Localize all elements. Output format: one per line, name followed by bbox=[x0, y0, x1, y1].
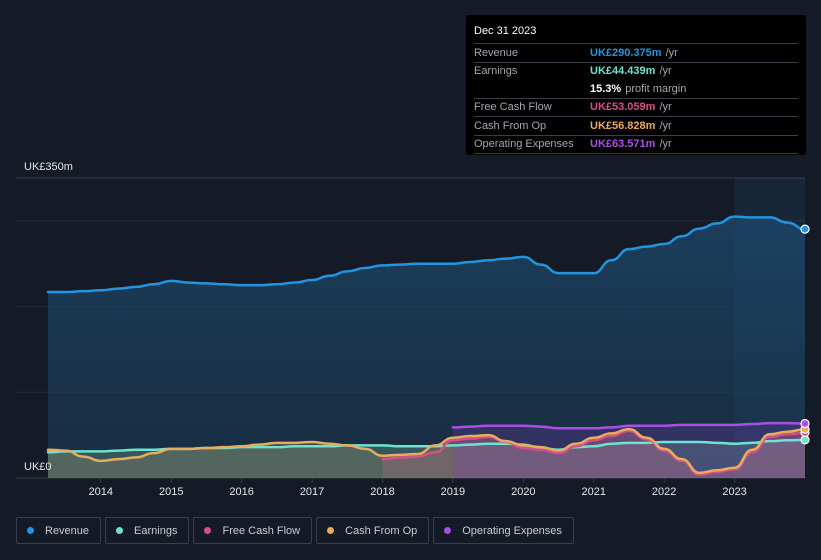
tooltip-value: UK£53.059m bbox=[590, 101, 656, 114]
x-tick-label: 2019 bbox=[441, 486, 465, 498]
tooltip-unit: /yr bbox=[659, 65, 672, 78]
tooltip-unit: /yr bbox=[659, 119, 672, 132]
tooltip-value: 15.3% bbox=[590, 82, 622, 95]
revenue-end-marker bbox=[800, 224, 810, 234]
tooltip-date: Dec 31 2023 bbox=[474, 23, 798, 44]
tooltip-row-free-cash-flow: Free Cash Flow UK£53.059m/yr bbox=[474, 99, 798, 117]
operating-expenses-end-marker bbox=[800, 418, 810, 429]
legend-dot-icon bbox=[116, 527, 124, 534]
tooltip-label: Operating Expenses bbox=[474, 138, 574, 151]
x-tick-label: 2018 bbox=[370, 486, 394, 498]
tooltip-label: Free Cash Flow bbox=[474, 101, 552, 114]
x-tick-label: 2014 bbox=[89, 486, 113, 498]
x-tick-label: 2021 bbox=[582, 486, 606, 498]
series-areas bbox=[48, 216, 805, 479]
legend-item-operating-expenses[interactable]: Operating Expenses bbox=[433, 517, 574, 544]
legend-label: Operating Expenses bbox=[462, 524, 562, 537]
tooltip-value: UK£290.375m bbox=[590, 46, 662, 59]
legend-label: Free Cash Flow bbox=[222, 524, 301, 537]
x-tick-label: 2022 bbox=[652, 486, 676, 498]
tooltip-value: UK£63.571m bbox=[590, 138, 656, 151]
tooltip-row-cash-from-op: Cash From Op UK£56.828m/yr bbox=[474, 117, 798, 136]
legend-dot-icon bbox=[327, 527, 335, 534]
legend-dot-icon bbox=[444, 527, 452, 534]
y-axis-bottom-label: UK£0 bbox=[24, 461, 52, 473]
tooltip-row-revenue: Revenue UK£290.375m/yr bbox=[474, 44, 798, 63]
x-tick-label: 2017 bbox=[300, 486, 324, 498]
tooltip-panel: Dec 31 2023 Revenue UK£290.375m/yr Earning… bbox=[466, 15, 806, 155]
legend-item-free-cash-flow[interactable]: Free Cash Flow bbox=[193, 517, 313, 544]
tooltip-unit: /yr bbox=[659, 101, 672, 114]
x-tick-label: 2016 bbox=[229, 486, 253, 498]
legend-label: Cash From Op bbox=[345, 524, 418, 537]
tooltip-unit: /yr bbox=[665, 46, 678, 59]
tooltip-label: Cash From Op bbox=[474, 119, 547, 132]
tooltip-unit: /yr bbox=[659, 138, 672, 151]
legend-dot-icon bbox=[204, 527, 212, 534]
tooltip-value: UK£44.439m bbox=[590, 65, 656, 78]
x-tick-label: 2023 bbox=[722, 486, 746, 498]
legend-label: Earnings bbox=[134, 524, 178, 537]
legend-item-revenue[interactable]: Revenue bbox=[16, 517, 102, 544]
legend-item-earnings[interactable]: Earnings bbox=[105, 517, 190, 544]
x-tick-label: 2020 bbox=[511, 486, 535, 498]
x-axis: 2014 2015 2016 2017 2018 2019 2020 2021 2022 2023 bbox=[89, 478, 747, 498]
legend-label: Revenue bbox=[45, 524, 90, 537]
tooltip-row-earnings: Earnings UK£44.439m/yr bbox=[474, 63, 798, 81]
x-tick-label: 2015 bbox=[159, 486, 183, 498]
y-axis-top-label: UK£350m bbox=[24, 161, 73, 173]
tooltip-row-operating-expenses: Operating Expenses UK£63.571m/yr bbox=[474, 136, 798, 154]
tooltip-label: Earnings bbox=[474, 65, 518, 78]
legend-item-cash-from-op[interactable]: Cash From Op bbox=[316, 517, 430, 544]
legend-dot-icon bbox=[27, 527, 34, 534]
tooltip-value: UK£56.828m bbox=[590, 119, 656, 132]
tooltip-row-profit-margin: 15.3% profit margin bbox=[474, 80, 798, 99]
tooltip-label: Revenue bbox=[474, 46, 519, 59]
legend: Revenue Earnings Free Cash Flow Cash From O… bbox=[16, 517, 574, 544]
tooltip-unit: profit margin bbox=[625, 82, 687, 95]
